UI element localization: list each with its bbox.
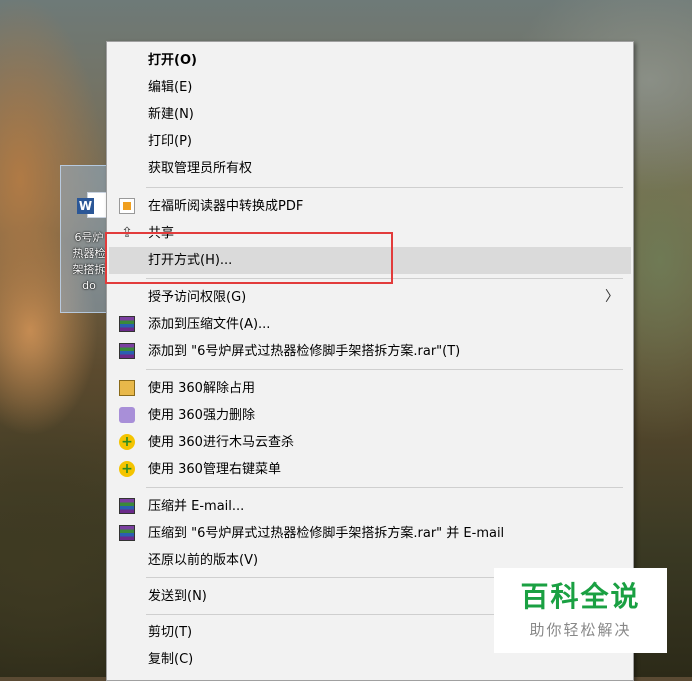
watermark-title: 百科全说 <box>520 580 641 613</box>
pdf-convert-icon <box>119 198 135 214</box>
360-scan-icon: + <box>119 434 135 450</box>
menu-separator <box>146 187 623 188</box>
menu-item-new[interactable]: 新建(N) <box>109 101 631 128</box>
watermark-logo: 百科全说 助你轻松解决 <box>494 568 667 653</box>
menu-item-print[interactable]: 打印(P) <box>109 128 631 155</box>
menu-item-compress-email[interactable]: 压缩并 E-mail... <box>109 493 631 520</box>
menu-separator <box>146 487 623 488</box>
menu-item-add-to-rar[interactable]: 添加到 "6号炉屏式过热器检修脚手架搭拆方案.rar"(T) <box>109 338 631 365</box>
360-unlock-icon <box>119 380 135 396</box>
word-badge: W <box>77 198 94 214</box>
360-shred-icon <box>119 407 135 423</box>
highlight-box <box>105 232 393 284</box>
menu-item-take-ownership[interactable]: 获取管理员所有权 <box>109 155 631 182</box>
menu-item-convert-pdf[interactable]: 在福昕阅读器中转换成PDF <box>109 193 631 220</box>
menu-item-grant-access[interactable]: 授予访问权限(G) 〉 <box>109 284 631 311</box>
menu-item-360-shred[interactable]: 使用 360强力删除 <box>109 402 631 429</box>
winrar-icon <box>119 316 135 332</box>
360-menu-icon: + <box>119 461 135 477</box>
menu-item-edit[interactable]: 编辑(E) <box>109 74 631 101</box>
menu-item-add-to-archive[interactable]: 添加到压缩文件(A)... <box>109 311 631 338</box>
chevron-right-icon: 〉 <box>605 289 619 305</box>
winrar-icon <box>119 498 135 514</box>
winrar-icon <box>119 343 135 359</box>
watermark-subtitle: 助你轻松解决 <box>529 621 632 639</box>
menu-item-360-manage-menu[interactable]: + 使用 360管理右键菜单 <box>109 456 631 483</box>
menu-item-360-scan[interactable]: + 使用 360进行木马云查杀 <box>109 429 631 456</box>
word-doc-icon: W <box>77 192 107 218</box>
menu-item-compress-rar-email[interactable]: 压缩到 "6号炉屏式过热器检修脚手架搭拆方案.rar" 并 E-mail <box>109 520 631 547</box>
menu-item-360-unlock[interactable]: 使用 360解除占用 <box>109 375 631 402</box>
menu-separator <box>146 369 623 370</box>
menu-item-open[interactable]: 打开(O) <box>109 47 631 74</box>
winrar-icon <box>119 525 135 541</box>
